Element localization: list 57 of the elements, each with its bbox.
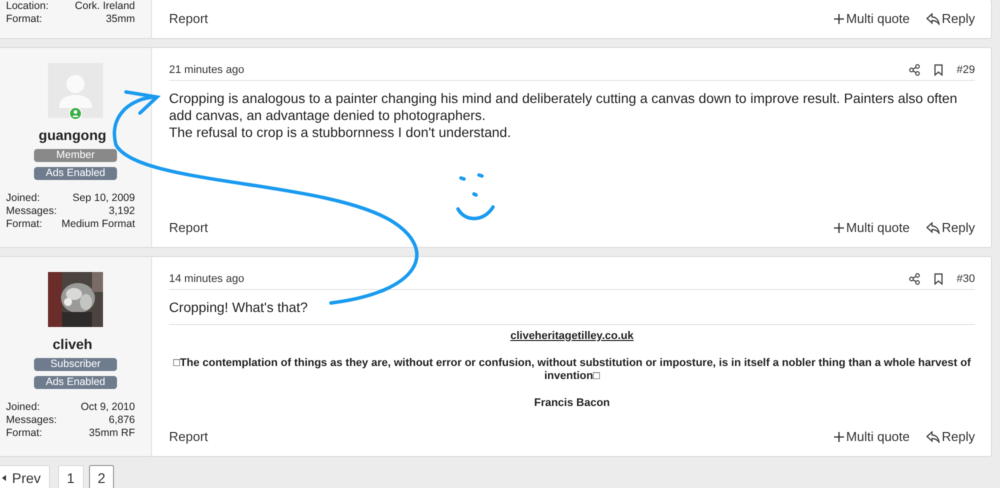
stat-label: Format: <box>6 13 44 26</box>
prev-page-button[interactable]: Prev <box>0 465 50 488</box>
multi-quote-link[interactable]: Multi quote <box>834 429 910 444</box>
page-button[interactable]: 1 <box>58 465 84 488</box>
page-button[interactable]: 2 <box>88 465 114 488</box>
post-time[interactable]: 14 minutes ago <box>169 273 244 285</box>
smiley-drawing <box>456 173 495 220</box>
reply-icon <box>926 12 940 24</box>
bookmark-icon[interactable] <box>934 273 943 285</box>
signature-quote: □The contemplation of things as they are, without error or confusion, without substitution or imposture, is in itself a nobler thing than a whole harvest of invention□ <box>172 357 972 383</box>
stat-label: Joined: <box>6 192 41 205</box>
stat-label: Messages: <box>6 205 57 218</box>
post-time[interactable]: 21 minutes ago <box>169 64 244 76</box>
post-text: The refusal to crop is a stubbornness I don't understand. <box>169 124 512 141</box>
post-number[interactable]: #29 <box>956 64 975 76</box>
reply-icon <box>926 430 940 442</box>
stat-label: Joined: <box>6 401 41 414</box>
post-number[interactable]: #30 <box>956 273 975 285</box>
reply-icon <box>926 222 940 234</box>
reply-link[interactable]: Reply <box>926 220 975 235</box>
post-text: Cropping! What's that? <box>169 299 309 316</box>
reply-link[interactable]: Reply <box>926 429 975 444</box>
reply-link[interactable]: Reply <box>926 11 975 26</box>
share-icon[interactable] <box>908 64 920 76</box>
stat-value: 3,192 <box>108 205 135 218</box>
multi-quote-link[interactable]: Multi quote <box>834 220 910 235</box>
plus-icon <box>834 14 844 24</box>
stat-value: Sep 10, 2009 <box>72 192 135 205</box>
plus-icon <box>834 222 844 232</box>
signature-link[interactable]: cliveheritagetilley.co.uk <box>510 330 634 342</box>
user-badge: Subscriber <box>34 358 117 370</box>
stat-value: Oct 9, 2010 <box>80 401 135 414</box>
stat-label: Messages: <box>6 414 57 427</box>
stat-value: 6,876 <box>108 414 135 427</box>
default-avatar-icon[interactable] <box>48 63 103 118</box>
user-badge: Ads Enabled <box>34 166 117 180</box>
username[interactable]: guangong <box>38 127 106 143</box>
stat-value: Cork. Ireland <box>74 0 135 13</box>
share-icon[interactable] <box>908 273 920 285</box>
stat-label: Format: <box>6 218 44 231</box>
multi-quote-link[interactable]: Multi quote <box>834 11 910 26</box>
stat-label: Location: <box>6 0 49 13</box>
stat-value: 35mm RF <box>88 427 135 440</box>
plus-icon <box>834 432 844 442</box>
caret-left-icon <box>2 475 6 481</box>
stat-label: Format: <box>6 427 44 440</box>
username[interactable]: cliveh <box>52 336 92 352</box>
user-badge: Ads Enabled <box>34 376 117 388</box>
report-link[interactable]: Report <box>169 429 208 444</box>
stat-value: Medium Format <box>61 218 135 231</box>
post-text: Cropping is analogous to a painter changing his mind and deliberately cutting a canvas down to improve result. Painters also often add canvas, an advantage denied to photographers. <box>169 90 958 124</box>
user-badge: Member <box>34 148 117 162</box>
stat-value: 35mm <box>104 13 135 26</box>
bookmark-icon[interactable] <box>934 64 943 76</box>
signature-author: Francis Bacon <box>533 397 611 410</box>
report-link[interactable]: Report <box>169 11 208 26</box>
report-link[interactable]: Report <box>169 220 208 235</box>
